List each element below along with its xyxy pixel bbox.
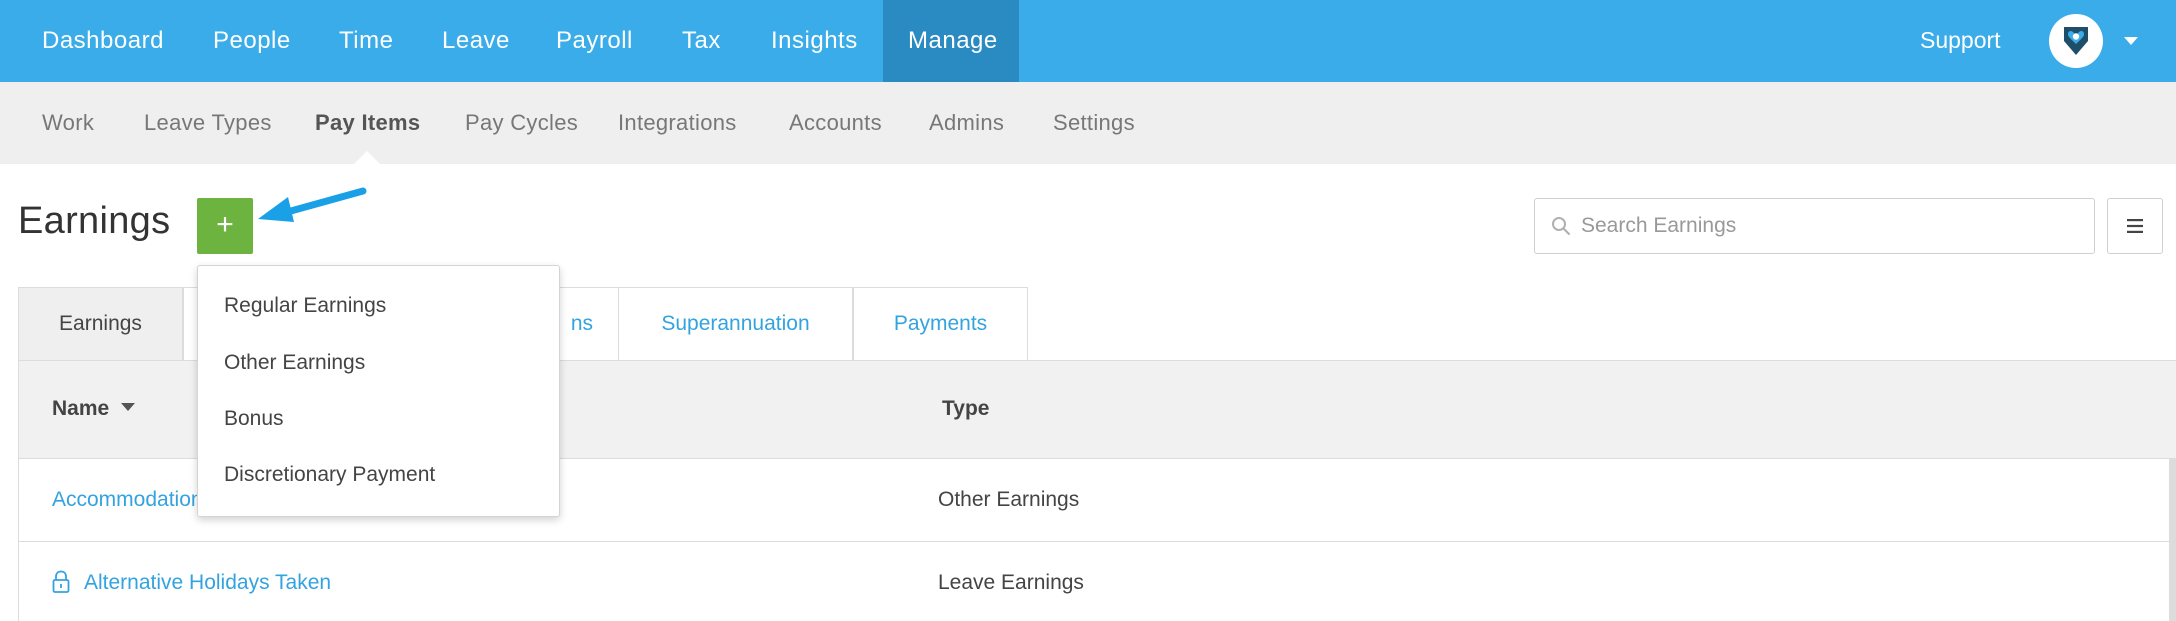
subnav-item-leave-types[interactable]: Leave Types <box>144 82 272 164</box>
nav-item-tax[interactable]: Tax <box>682 0 721 82</box>
menu-item-regular-earnings[interactable]: Regular Earnings <box>224 294 386 318</box>
caret-down-icon[interactable] <box>2124 37 2138 45</box>
nav-item-payroll[interactable]: Payroll <box>556 0 633 82</box>
add-earning-button[interactable]: + <box>197 198 253 254</box>
tab-superannuation[interactable]: Superannuation <box>618 287 853 360</box>
row-type: Other Earnings <box>938 488 1080 511</box>
search-icon <box>1552 217 1570 235</box>
top-nav: Dashboard People Time Leave Payroll Tax … <box>0 0 2176 82</box>
row-type: Leave Earnings <box>938 571 1084 594</box>
nav-item-leave[interactable]: Leave <box>442 0 510 82</box>
sort-desc-icon[interactable] <box>121 403 136 412</box>
subnav-item-pay-cycles[interactable]: Pay Cycles <box>465 82 578 164</box>
column-header-type[interactable]: Type <box>942 361 989 459</box>
column-header-name[interactable]: Name <box>52 361 136 459</box>
column-header-name-label: Name <box>52 397 110 420</box>
row-name-link[interactable]: Alternative Holidays Taken <box>84 542 331 621</box>
subnav-item-settings[interactable]: Settings <box>1053 82 1135 164</box>
nav-item-people[interactable]: People <box>213 0 291 82</box>
nav-item-insights[interactable]: Insights <box>771 0 858 82</box>
page-title: Earnings <box>18 200 171 242</box>
subnav-item-accounts[interactable]: Accounts <box>789 82 882 164</box>
tab-payments[interactable]: Payments <box>853 287 1028 360</box>
active-subnav-pointer <box>354 151 380 164</box>
avatar[interactable] <box>2049 14 2103 68</box>
subnav-item-admins[interactable]: Admins <box>929 82 1004 164</box>
annotation-arrow-icon <box>258 187 367 222</box>
heart-pin-logo-icon <box>2064 27 2088 55</box>
search-box[interactable] <box>1534 198 2095 254</box>
subnav-item-integrations[interactable]: Integrations <box>618 82 737 164</box>
search-input[interactable] <box>1581 199 2081 253</box>
lock-icon <box>52 570 70 593</box>
menu-item-bonus[interactable]: Bonus <box>224 407 284 431</box>
table-scrollbar[interactable] <box>2169 459 2176 621</box>
nav-item-manage[interactable]: Manage <box>883 0 1019 82</box>
row-name-link[interactable]: Accommodation <box>52 459 203 541</box>
add-earning-menu: Regular Earnings Other Earnings Bonus Di… <box>197 265 560 517</box>
sub-nav: Work Leave Types Pay Items Pay Cycles In… <box>0 82 2176 164</box>
hamburger-icon <box>2127 219 2143 233</box>
support-link[interactable]: Support <box>1920 0 2001 82</box>
tab-earnings[interactable]: Earnings <box>18 287 183 360</box>
nav-item-time[interactable]: Time <box>339 0 393 82</box>
menu-item-discretionary-payment[interactable]: Discretionary Payment <box>224 463 435 487</box>
menu-item-other-earnings[interactable]: Other Earnings <box>224 351 365 375</box>
table-row[interactable]: Alternative Holidays Taken Leave Earning… <box>19 542 2176 621</box>
subnav-item-work[interactable]: Work <box>42 82 94 164</box>
list-menu-button[interactable] <box>2107 198 2163 254</box>
nav-item-dashboard[interactable]: Dashboard <box>42 0 164 82</box>
